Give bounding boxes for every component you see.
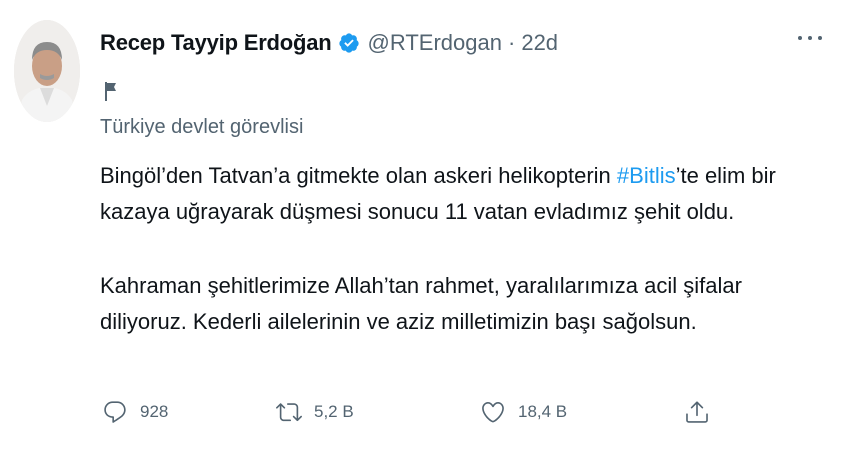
flag-icon: [105, 82, 116, 101]
verified-badge-icon: [338, 32, 360, 54]
tweet-text-segment: Bingöl’den Tatvan’a gitmekte olan askeri…: [100, 163, 617, 188]
tweet-card[interactable]: Recep Tayyip Erdoğan @RTErdogan · 22d Tü…: [0, 0, 842, 450]
author-portrait-image: [14, 20, 80, 122]
tweet-paragraph: Kahraman şehitlerimize Allah’tan rahmet,…: [100, 273, 742, 334]
reply-button[interactable]: 928: [102, 392, 168, 432]
tweet-text: Bingöl’den Tatvan’a gitmekte olan askeri…: [100, 158, 820, 340]
reply-count: 928: [140, 402, 169, 421]
heart-icon: [482, 401, 504, 423]
hashtag-link[interactable]: #Bitlis: [617, 163, 676, 188]
author-avatar[interactable]: [14, 20, 80, 122]
share-icon: [686, 401, 708, 423]
tweet-timestamp[interactable]: 22d: [521, 30, 558, 56]
tweet-actions: 928 5,2 B 18,4 B: [100, 392, 740, 432]
retweet-icon: [276, 403, 302, 422]
account-label[interactable]: Türkiye devlet görevlisi: [100, 116, 303, 139]
retweet-count: 5,2 B: [314, 402, 354, 421]
tweet-paragraph: Bingöl’den Tatvan’a gitmekte olan askeri…: [100, 158, 820, 230]
like-button[interactable]: 18,4 B: [480, 392, 567, 432]
more-options-icon[interactable]: [798, 36, 822, 44]
author-name[interactable]: Recep Tayyip Erdoğan: [100, 30, 332, 56]
share-button[interactable]: [684, 392, 710, 432]
reply-icon: [104, 401, 126, 423]
separator-dot: ·: [508, 30, 516, 55]
retweet-button[interactable]: 5,2 B: [276, 392, 354, 432]
tweet-header: Recep Tayyip Erdoğan @RTErdogan · 22d: [100, 26, 558, 60]
author-handle[interactable]: @RTErdogan: [368, 30, 502, 56]
like-count: 18,4 B: [518, 402, 568, 421]
